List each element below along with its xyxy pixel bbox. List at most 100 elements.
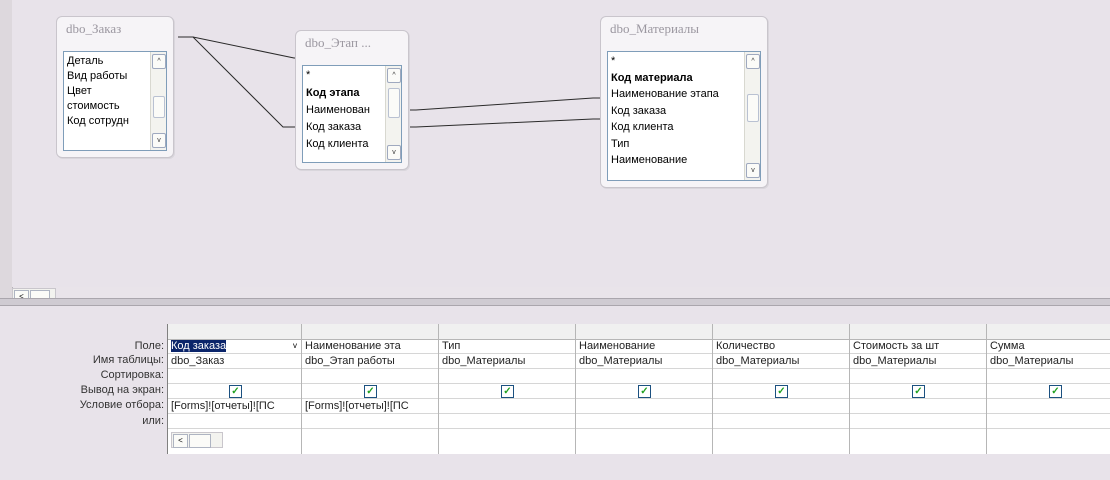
- criteria-cell[interactable]: [987, 399, 1110, 414]
- criteria-cell[interactable]: [850, 399, 986, 414]
- table-cell[interactable]: dbo_Материалы: [713, 354, 849, 369]
- field-item-key[interactable]: Код материала: [611, 71, 693, 86]
- field-cell-value[interactable]: Код заказа: [171, 340, 227, 352]
- scroll-up-icon[interactable]: ^: [152, 54, 166, 69]
- criteria-cell[interactable]: [576, 399, 712, 414]
- criteria-cell[interactable]: [Forms]![отчеты]![ПС: [302, 399, 438, 414]
- show-checkbox[interactable]: ✓: [229, 385, 242, 398]
- grid-column-2[interactable]: Наименование эта dbo_Этап работы ✓ [Form…: [302, 324, 439, 454]
- grid-column-7[interactable]: Сумма dbo_Материалы ✓: [987, 324, 1110, 454]
- field-item[interactable]: Цвет: [67, 84, 92, 99]
- show-checkbox[interactable]: ✓: [638, 385, 651, 398]
- or-cell[interactable]: [987, 414, 1110, 429]
- field-cell[interactable]: Наименование: [576, 339, 712, 354]
- field-item[interactable]: *: [611, 54, 615, 69]
- query-grid-area[interactable]: Поле: Имя таблицы: Сортировка: Вывод на …: [0, 306, 1110, 480]
- show-checkbox[interactable]: ✓: [912, 385, 925, 398]
- vertical-scrollbar[interactable]: ^ v: [744, 52, 760, 180]
- query-design-area[interactable]: dbo_Заказ Деталь Вид работы Цвет стоимос…: [12, 0, 1110, 287]
- scroll-down-icon[interactable]: v: [152, 133, 166, 148]
- show-checkbox[interactable]: ✓: [364, 385, 377, 398]
- chevron-down-icon[interactable]: v: [289, 339, 301, 353]
- field-item[interactable]: Код клиента: [306, 137, 368, 152]
- column-selector[interactable]: [987, 324, 1110, 340]
- field-cell[interactable]: Стоимость за шт: [850, 339, 986, 354]
- field-item-key[interactable]: Код этапа: [306, 86, 360, 101]
- sort-cell[interactable]: [576, 369, 712, 384]
- field-item[interactable]: Деталь: [67, 54, 103, 69]
- field-item[interactable]: Тип: [611, 137, 629, 152]
- grid-column-4[interactable]: Наименование dbo_Материалы ✓: [576, 324, 713, 454]
- query-grid[interactable]: Код заказа v dbo_Заказ ✓ [Forms]![отчеты…: [167, 324, 1110, 454]
- scroll-up-icon[interactable]: ^: [746, 54, 760, 69]
- field-cell[interactable]: Сумма: [987, 339, 1110, 354]
- sort-cell[interactable]: [850, 369, 986, 384]
- field-item[interactable]: Код клиента: [611, 120, 673, 135]
- field-item[interactable]: Наименование: [611, 153, 687, 168]
- table-cell[interactable]: dbo_Этап работы: [302, 354, 438, 369]
- or-cell[interactable]: [850, 414, 986, 429]
- sort-cell[interactable]: [168, 369, 301, 384]
- field-item[interactable]: Наименован: [306, 103, 370, 118]
- scroll-down-icon[interactable]: v: [746, 163, 760, 178]
- show-cell[interactable]: ✓: [987, 384, 1110, 399]
- show-checkbox[interactable]: ✓: [775, 385, 788, 398]
- scroll-down-icon[interactable]: v: [387, 145, 401, 160]
- criteria-cell[interactable]: [439, 399, 575, 414]
- grid-horizontal-scrollbar[interactable]: <: [171, 432, 223, 448]
- table-title[interactable]: dbo_Заказ: [57, 17, 173, 41]
- column-selector[interactable]: [168, 324, 301, 340]
- scroll-thumb[interactable]: [189, 434, 211, 448]
- table-cell[interactable]: dbo_Материалы: [987, 354, 1110, 369]
- criteria-cell[interactable]: [Forms]![отчеты]![ПС: [168, 399, 301, 414]
- table-title[interactable]: dbo_Этап ...: [296, 31, 408, 55]
- pane-splitter[interactable]: [0, 298, 1110, 306]
- sort-cell[interactable]: [302, 369, 438, 384]
- show-cell[interactable]: ✓: [302, 384, 438, 399]
- show-checkbox[interactable]: ✓: [1049, 385, 1062, 398]
- field-list[interactable]: * Код материала Наименование этапа Код з…: [607, 51, 761, 181]
- grid-column-3[interactable]: Тип dbo_Материалы ✓: [439, 324, 576, 454]
- show-cell[interactable]: ✓: [168, 384, 301, 399]
- field-item[interactable]: Код заказа: [611, 104, 666, 119]
- grid-column-6[interactable]: Стоимость за шт dbo_Материалы ✓: [850, 324, 987, 454]
- table-title[interactable]: dbo_Материалы: [601, 17, 767, 41]
- sort-cell[interactable]: [987, 369, 1110, 384]
- vertical-scrollbar[interactable]: ^ v: [385, 66, 401, 162]
- column-selector[interactable]: [302, 324, 438, 340]
- table-cell[interactable]: dbo_Заказ: [168, 354, 301, 369]
- field-item[interactable]: Вид работы: [67, 69, 127, 84]
- scroll-thumb[interactable]: [388, 88, 400, 118]
- table-window-etap[interactable]: dbo_Этап ... * Код этапа Наименован Код …: [295, 30, 409, 170]
- column-selector[interactable]: [576, 324, 712, 340]
- field-cell[interactable]: Тип: [439, 339, 575, 354]
- vertical-scrollbar[interactable]: ^ v: [150, 52, 166, 150]
- field-item[interactable]: *: [306, 68, 310, 83]
- table-window-zakaz[interactable]: dbo_Заказ Деталь Вид работы Цвет стоимос…: [56, 16, 174, 158]
- field-item[interactable]: Код сотрудн: [67, 114, 129, 129]
- field-cell[interactable]: Наименование эта: [302, 339, 438, 354]
- criteria-cell[interactable]: [713, 399, 849, 414]
- sort-cell[interactable]: [439, 369, 575, 384]
- show-cell[interactable]: ✓: [713, 384, 849, 399]
- field-item[interactable]: стоимость: [67, 99, 120, 114]
- field-list[interactable]: Деталь Вид работы Цвет стоимость Код сот…: [63, 51, 167, 151]
- or-cell[interactable]: [302, 414, 438, 429]
- field-cell[interactable]: Количество: [713, 339, 849, 354]
- scroll-thumb[interactable]: [747, 94, 759, 122]
- or-cell[interactable]: [713, 414, 849, 429]
- show-cell[interactable]: ✓: [576, 384, 712, 399]
- table-cell[interactable]: dbo_Материалы: [576, 354, 712, 369]
- scroll-left-icon[interactable]: <: [173, 434, 188, 448]
- column-selector[interactable]: [713, 324, 849, 340]
- or-cell[interactable]: [576, 414, 712, 429]
- field-list[interactable]: * Код этапа Наименован Код заказа Код кл…: [302, 65, 402, 163]
- scroll-up-icon[interactable]: ^: [387, 68, 401, 83]
- table-window-materialy[interactable]: dbo_Материалы * Код материала Наименован…: [600, 16, 768, 188]
- or-cell[interactable]: [168, 414, 301, 429]
- column-selector[interactable]: [439, 324, 575, 340]
- table-cell[interactable]: dbo_Материалы: [850, 354, 986, 369]
- field-item[interactable]: Код заказа: [306, 120, 361, 135]
- sort-cell[interactable]: [713, 369, 849, 384]
- field-cell[interactable]: Код заказа: [168, 339, 301, 354]
